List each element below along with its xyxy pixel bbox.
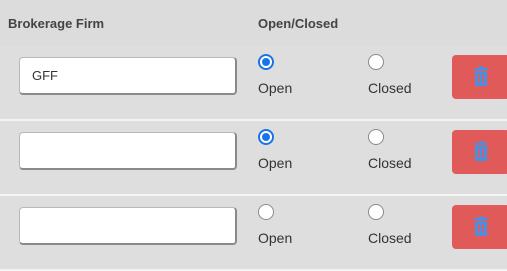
column-header-open-closed: Open/Closed [258,16,339,31]
radio-open[interactable]: Open [258,54,328,114]
radio-open-label: Open [258,155,293,171]
radio-closed-button[interactable] [368,129,384,145]
trash-icon [474,216,488,236]
table-header: Brokerage Firm Open/Closed [0,0,507,46]
radio-closed-label: Closed [368,80,412,96]
brokerage-firm-input[interactable] [19,132,237,170]
delete-row-button[interactable] [452,130,507,174]
radio-open-label: Open [258,80,293,96]
brokerage-firm-input[interactable] [19,57,237,95]
table-row: Open Closed [0,196,507,271]
table-row: Open Closed [0,46,507,121]
brokerage-firm-input[interactable] [19,207,237,245]
column-header-brokerage-firm: Brokerage Firm [8,16,105,31]
table-row: Open Closed [0,121,507,196]
radio-closed-label: Closed [368,155,412,171]
radio-closed-button[interactable] [368,204,384,220]
radio-open-button[interactable] [258,54,274,70]
radio-closed-button[interactable] [368,54,384,70]
radio-closed-label: Closed [368,230,412,246]
brokerage-table: Brokerage Firm Open/Closed Open Closed [0,0,507,271]
radio-open-label: Open [258,230,293,246]
delete-row-button[interactable] [452,205,507,249]
radio-open-button[interactable] [258,204,274,220]
trash-icon [474,66,488,86]
radio-closed[interactable]: Closed [368,129,438,189]
trash-icon [474,141,488,161]
radio-open[interactable]: Open [258,129,328,189]
radio-open-button[interactable] [258,129,274,145]
delete-row-button[interactable] [452,55,507,99]
radio-closed[interactable]: Closed [368,54,438,114]
radio-closed[interactable]: Closed [368,204,438,264]
radio-open[interactable]: Open [258,204,328,264]
